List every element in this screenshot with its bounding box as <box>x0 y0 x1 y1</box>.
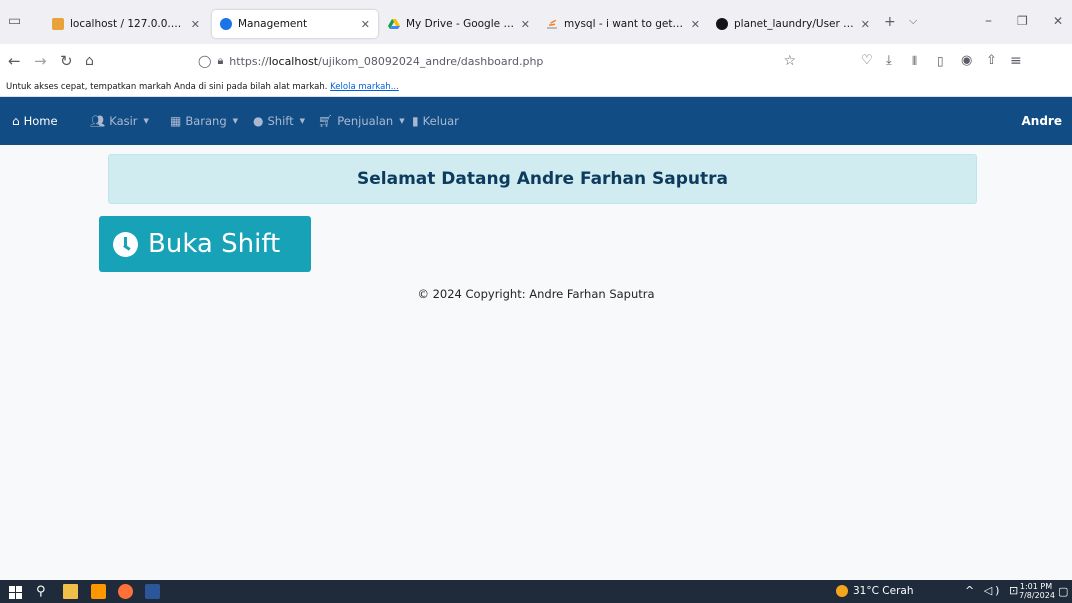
downloads-icon[interactable]: ⤓ <box>886 53 892 69</box>
url-text: https://localhost/ujikom_08092024_andre/… <box>229 55 543 68</box>
management-app-icon <box>220 18 232 30</box>
search-icon[interactable]: ⚲ <box>36 584 51 599</box>
tab-title: localhost / 127.0.0.1 / ujikom <box>70 18 185 30</box>
nav-barang-dropdown[interactable]: ▦ Barang ▼ <box>170 114 238 128</box>
bookmarks-toolbar: Untuk akses cepat, tempatkan markah Anda… <box>0 78 1072 97</box>
weather-sun-icon <box>836 585 848 597</box>
url-path: /ujikom_08092024_andre/dashboard.php <box>318 54 544 68</box>
page-content: Selamat Datang Andre Farhan Saputra Buka… <box>0 145 1072 580</box>
firefox-view-icon[interactable]: ▭ <box>8 14 21 28</box>
weather-text: 31°C Cerah <box>853 585 914 597</box>
windows-start-icon[interactable] <box>9 584 24 599</box>
clock-time: 1:01 PM <box>1019 582 1053 591</box>
logout-door-icon: ▮ <box>412 114 419 128</box>
nav-penjualan-label: Penjualan <box>337 114 394 128</box>
caret-down-icon: ▼ <box>143 117 149 125</box>
word-icon[interactable] <box>145 584 160 599</box>
tracking-shield-icon[interactable]: ◯ <box>198 54 211 68</box>
clock-icon <box>113 231 138 257</box>
url-host: localhost <box>268 54 319 68</box>
url-prefix: https:// <box>229 54 269 68</box>
forward-icon[interactable]: → <box>34 53 47 69</box>
minimize-icon[interactable]: – <box>985 14 992 28</box>
clock-icon: ● <box>253 114 264 128</box>
back-icon[interactable]: ← <box>8 53 21 69</box>
nav-home[interactable]: ⌂ Home <box>12 114 58 128</box>
reload-icon[interactable]: ↻ <box>60 53 73 69</box>
sidebar-icon[interactable]: ▯ <box>937 53 944 69</box>
clock-date: 7/8/2024 <box>1019 591 1055 600</box>
nav-shift-label: Shift <box>267 114 294 128</box>
cart-icon: 🛒︎ <box>318 114 334 128</box>
nav-home-label: Home <box>23 114 58 128</box>
nav-kasir-dropdown[interactable]: 👥︎ Kasir ▼ <box>90 114 149 128</box>
close-icon[interactable]: ✕ <box>361 18 370 31</box>
restore-icon[interactable]: ❐ <box>1017 14 1028 28</box>
notification-icon[interactable]: ▢ <box>1058 585 1068 598</box>
bookmark-star-icon[interactable]: ☆ <box>783 53 796 69</box>
close-window-icon[interactable]: ✕ <box>1053 14 1063 28</box>
user-name[interactable]: Andre <box>1022 114 1062 128</box>
menu-icon[interactable]: ≡ <box>1010 53 1022 69</box>
welcome-name: Andre Farhan Saputra <box>516 169 728 189</box>
caret-down-icon: ▼ <box>299 117 306 125</box>
tab-title: mysql - i want to get only dat <box>564 18 685 30</box>
pocket-icon[interactable]: ♡ <box>861 53 873 69</box>
footer-copyright: © 2024 Copyright: Andre Farhan Saputra <box>417 287 655 301</box>
open-shift-button[interactable]: Buka Shift <box>99 216 311 272</box>
close-icon[interactable]: ✕ <box>521 18 530 31</box>
tab-google-drive[interactable]: My Drive - Google Drive ✕ <box>380 10 538 38</box>
nav-keluar[interactable]: ▮ Keluar <box>412 114 459 128</box>
tab-title: planet_laundry/User Manual <box>734 18 855 30</box>
taskbar-clock[interactable]: 1:01 PM 7/8/2024 <box>1019 582 1055 600</box>
sublime-text-icon[interactable] <box>91 584 106 599</box>
google-drive-icon <box>388 18 400 30</box>
os-taskbar: ⚲ 31°C Cerah ^ ◁) ⊡ 1:01 PM 7/8/2024 ▢ <box>0 580 1072 603</box>
welcome-alert: Selamat Datang Andre Farhan Saputra <box>108 154 977 204</box>
github-icon <box>716 18 728 30</box>
welcome-prefix: Selamat Datang <box>357 169 511 189</box>
home-icon[interactable]: ⌂ <box>85 53 94 69</box>
close-icon[interactable]: ✕ <box>861 18 870 31</box>
tab-title: Management <box>238 18 308 30</box>
stackoverflow-icon <box>546 18 558 30</box>
share-icon[interactable]: ⇧ <box>986 53 997 69</box>
nav-keluar-label: Keluar <box>422 114 459 128</box>
browser-navbar: ← → ↻ ⌂ ◯ 🔒︎ https://localhost/ujikom_08… <box>0 44 1072 78</box>
screen: ▭ localhost / 127.0.0.1 / ujikom ✕ Manag… <box>0 0 1072 603</box>
tab-management[interactable]: Management ✕ <box>212 10 378 38</box>
firefox-icon[interactable] <box>118 584 133 599</box>
browser-tab-strip: ▭ localhost / 127.0.0.1 / ujikom ✕ Manag… <box>0 0 1072 44</box>
url-bar[interactable]: ◯ 🔒︎ https://localhost/ujikom_08092024_a… <box>198 48 806 74</box>
account-icon[interactable]: ◉ <box>961 53 972 69</box>
bookmarks-hint-text: Untuk akses cepat, tempatkan markah Anda… <box>6 82 328 92</box>
file-explorer-icon[interactable] <box>63 584 78 599</box>
tab-list-icon[interactable]: ⌵ <box>909 14 917 28</box>
system-tray[interactable]: ^ ◁) ⊡ <box>965 584 1021 597</box>
close-icon[interactable]: ✕ <box>191 18 200 31</box>
tab-stackoverflow[interactable]: mysql - i want to get only dat ✕ <box>538 10 708 38</box>
caret-down-icon: ▼ <box>399 117 405 125</box>
open-shift-label: Buka Shift <box>148 229 281 259</box>
box-icon: ▦ <box>170 114 182 128</box>
phpmyadmin-icon <box>52 18 64 30</box>
nav-shift-dropdown[interactable]: ● Shift ▼ <box>253 114 305 128</box>
close-icon[interactable]: ✕ <box>691 18 700 31</box>
weather-widget[interactable]: 31°C Cerah <box>836 585 913 597</box>
lock-icon[interactable]: 🔒︎ <box>217 54 223 68</box>
manage-bookmarks-link[interactable]: Kelola markah... <box>330 82 399 92</box>
caret-down-icon: ▼ <box>232 117 239 125</box>
home-icon: ⌂ <box>12 114 20 128</box>
new-tab-icon[interactable]: + <box>884 15 896 29</box>
app-navbar: ⌂ Home 👥︎ Kasir ▼ ▦ Barang ▼ ● Shift ▼ 🛒… <box>0 97 1072 145</box>
nav-barang-label: Barang <box>185 114 227 128</box>
library-icon[interactable]: ⫴ <box>912 53 917 69</box>
nav-penjualan-dropdown[interactable]: 🛒︎ Penjualan ▼ <box>318 114 405 128</box>
tab-title: My Drive - Google Drive <box>406 18 515 30</box>
tab-phpmyadmin[interactable]: localhost / 127.0.0.1 / ujikom ✕ <box>44 10 208 38</box>
nav-kasir-label: Kasir <box>109 114 138 128</box>
tab-github[interactable]: planet_laundry/User Manual ✕ <box>708 10 878 38</box>
users-icon: 👥︎ <box>90 114 106 128</box>
